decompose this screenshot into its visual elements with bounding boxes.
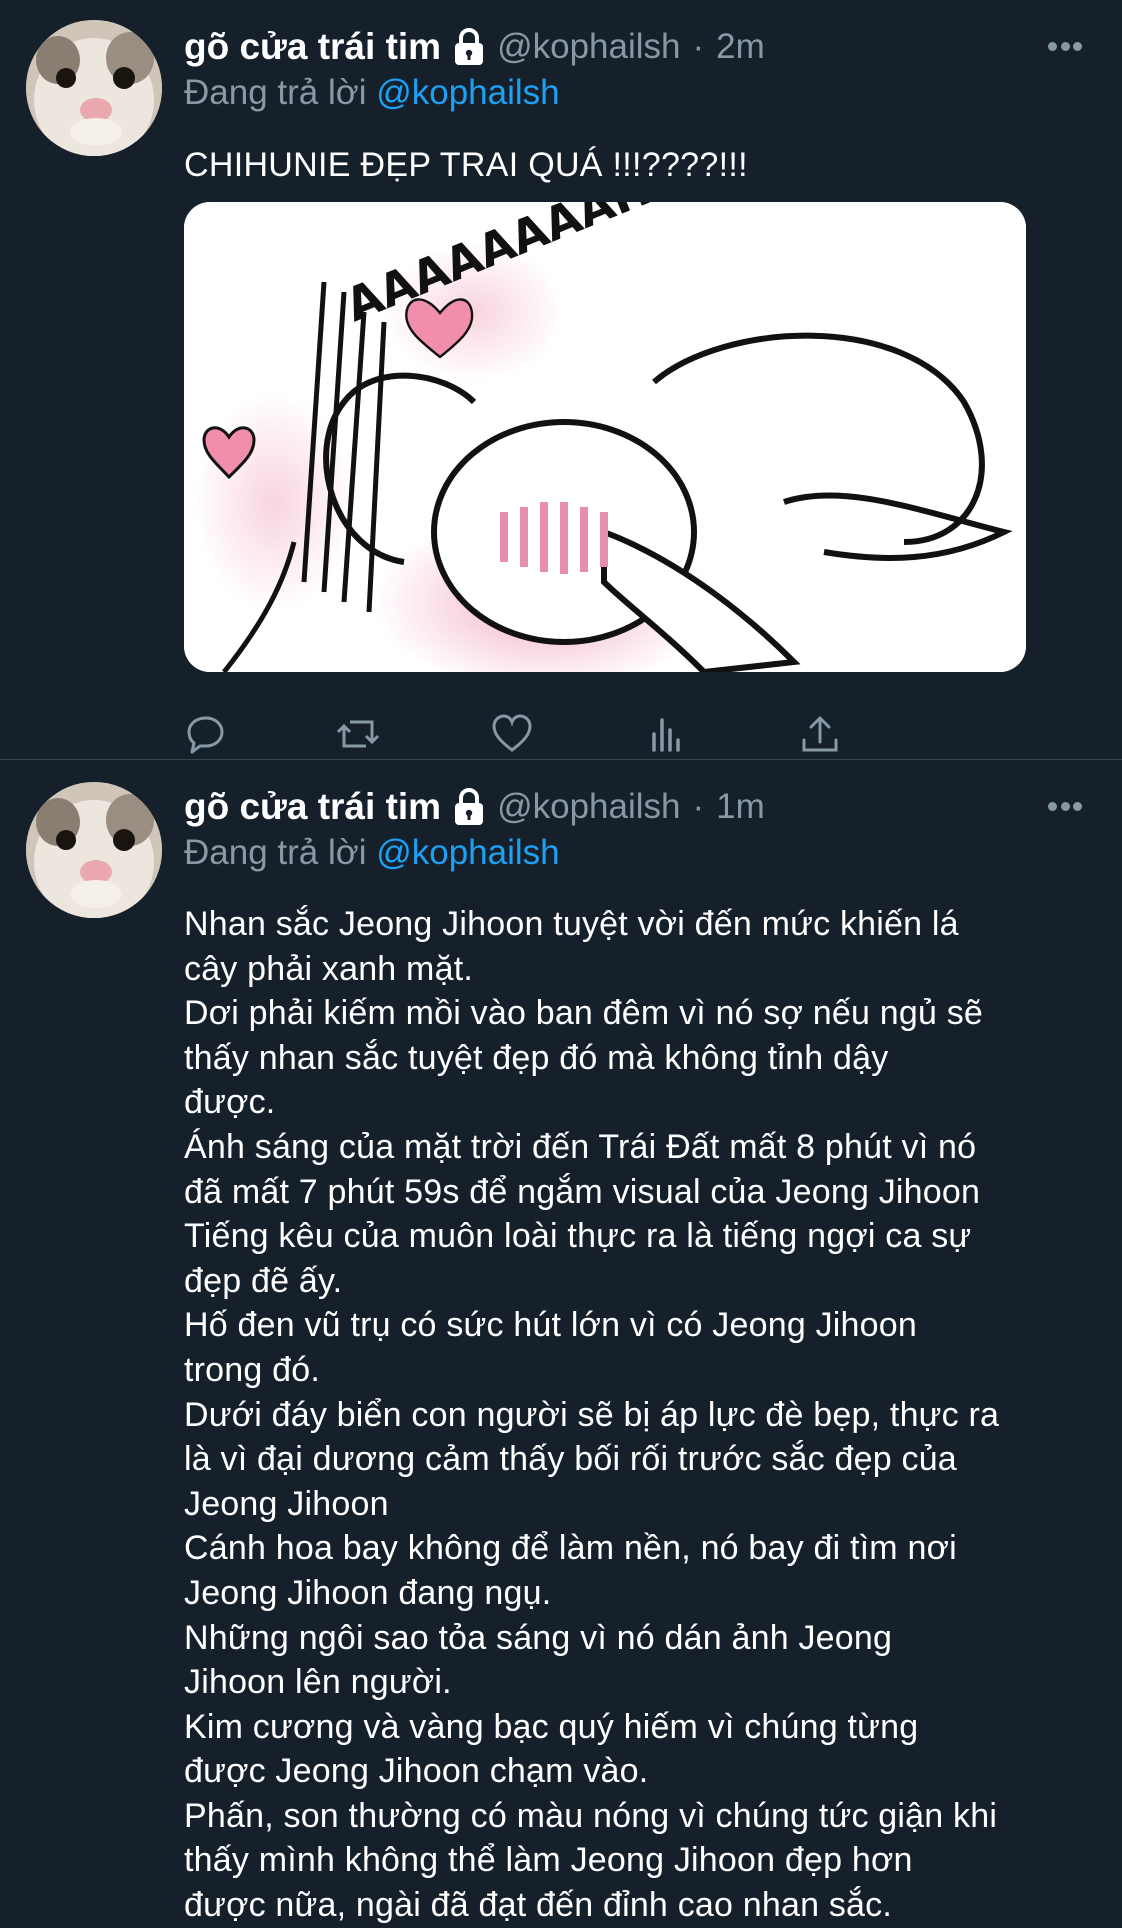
tweet-text-line: Jeong Jihoon [184, 1484, 389, 1523]
tweet-text-line: cây phải xanh mặt. [184, 949, 473, 988]
timestamp[interactable]: 2m [716, 27, 765, 67]
retweet-icon[interactable] [336, 712, 380, 756]
share-icon[interactable] [798, 712, 842, 756]
tweet-text-line: đẹp đẽ ấy. [184, 1261, 343, 1300]
replying-to: Đang trả lời @kophailsh [184, 72, 1082, 114]
heart-icon[interactable] [490, 712, 534, 756]
tweet-text-line: Kim cương và vàng bạc quý hiếm vì chúng … [184, 1707, 919, 1746]
tweet-text-line: Dơi phải kiếm mồi vào ban đêm vì nó sợ n… [184, 994, 984, 1033]
tweet-text-line: được nữa, ngài đã đạt đến đỉnh cao nhan … [184, 1886, 892, 1925]
analytics-icon[interactable] [644, 712, 688, 756]
tweet-header: gõ cửa trái tim @kophailsh · 2m [184, 22, 1082, 72]
meme-illustration: AAAAAAAAHHHHHHHH [184, 202, 1026, 672]
tweet-media-image[interactable]: AAAAAAAAHHHHHHHH [184, 202, 1026, 672]
replying-to: Đang trả lời @kophailsh [184, 832, 1082, 874]
display-name[interactable]: gõ cửa trái tim [184, 786, 441, 828]
tweet-text-line: là vì đại dương cảm thấy bối rối trước s… [184, 1440, 957, 1479]
tweet-text-line: Cánh hoa bay không để làm nền, nó bay đi… [184, 1529, 957, 1568]
tweet-text: CHIHUNIE ĐẸP TRAI QUÁ !!!????!!! [184, 146, 748, 184]
replying-prefix: Đang trả lời [184, 833, 367, 872]
tweet[interactable]: gõ cửa trái tim @kophailsh · 2m Đang trả… [0, 0, 1122, 760]
tweet-text-line: Ánh sáng của mặt trời đến Trái Đất mất 8… [184, 1127, 977, 1166]
tweet-text-line: Tiếng kêu của muôn loài thực ra là tiếng… [184, 1217, 972, 1256]
tweet-text-line: đã mất 7 phút 59s để ngắm visual của Jeo… [184, 1172, 981, 1211]
tweet-text-line: được Jeong Jihoon chạm vào. [184, 1752, 649, 1791]
tweet-text: Nhan sắc Jeong Jihoon tuyệt vời đến mức … [184, 902, 1082, 1928]
replying-mention[interactable]: @kophailsh [376, 833, 559, 872]
tweet-text-line: Nhan sắc Jeong Jihoon tuyệt vời đến mức … [184, 905, 959, 943]
reply-icon[interactable] [184, 712, 228, 756]
tweet-text-line: thấy nhan sắc tuyệt đẹp đó mà không tỉnh… [184, 1038, 889, 1077]
tweet-text-line: được. [184, 1083, 276, 1122]
separator-dot: · [692, 787, 705, 826]
more-icon[interactable] [1048, 786, 1082, 826]
tweet-text-line: Phấn, son thường có màu nóng vì chúng tứ… [184, 1796, 998, 1835]
tweet-text-line: Hố đen vũ trụ có sức hút lớn vì có Jeong… [184, 1306, 917, 1345]
replying-mention[interactable]: @kophailsh [376, 73, 559, 112]
separator-dot: · [692, 27, 705, 66]
tweet-text-line: Những ngôi sao tỏa sáng vì nó dán ảnh Je… [184, 1618, 893, 1657]
user-handle[interactable]: @kophailsh [497, 787, 680, 827]
timestamp[interactable]: 1m [716, 787, 765, 827]
tweet-text-line: Dưới đáy biển con người sẽ bị áp lực đè … [184, 1395, 1000, 1434]
tweet-header: gõ cửa trái tim @kophailsh · 1m [184, 782, 1082, 832]
tweet-text-line: Jihoon lên người. [184, 1663, 452, 1702]
tweet-actions [184, 712, 984, 762]
avatar[interactable] [26, 20, 162, 156]
lock-icon [455, 788, 484, 825]
replying-prefix: Đang trả lời [184, 73, 367, 112]
user-handle[interactable]: @kophailsh [497, 27, 680, 67]
tweet[interactable]: gõ cửa trái tim @kophailsh · 1m Đang trả… [0, 760, 1122, 1924]
tweet-text-line: thấy mình không thể làm Jeong Jihoon đẹp… [184, 1841, 913, 1880]
more-icon[interactable] [1048, 26, 1082, 66]
display-name[interactable]: gõ cửa trái tim [184, 26, 441, 68]
avatar-image [26, 782, 162, 918]
tweet-text-line: trong đó. [184, 1350, 321, 1389]
tweet-text-line: Jeong Jihoon đang ngụ. [184, 1573, 552, 1612]
lock-icon [455, 28, 484, 65]
avatar-image [26, 20, 162, 156]
avatar[interactable] [26, 782, 162, 918]
